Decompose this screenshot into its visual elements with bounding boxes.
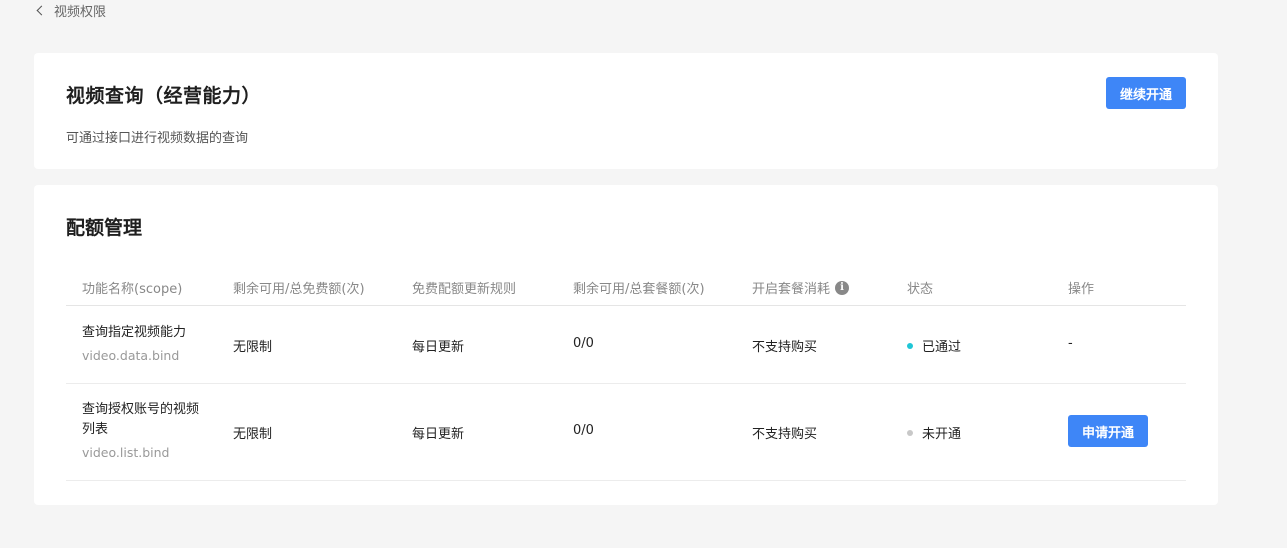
scope-text: video.list.bind — [82, 445, 170, 460]
quota-card: 配额管理 功能名称(scope) 剩余可用/总免费额(次) 免费配额更新规则 剩… — [34, 185, 1218, 505]
function-name-cell: 查询授权账号的视频列表 video.list.bind — [82, 400, 212, 462]
column-header-package-quota: 剩余可用/总套餐额(次) — [573, 282, 705, 297]
column-header-package-consume: 开启套餐消耗 i — [752, 278, 850, 297]
package-quota-cell: 0/0 — [573, 423, 594, 438]
service-description: 可通过接口进行视频数据的查询 — [66, 131, 249, 146]
package-consume-cell: 不支持购买 — [752, 340, 818, 355]
column-header-package-consume-label: 开启套餐消耗 — [752, 282, 831, 297]
column-header-action: 操作 — [1068, 282, 1095, 297]
service-card: 视频查询（经营能力） 可通过接口进行视频数据的查询 继续开通 — [34, 53, 1218, 169]
function-name: 查询指定视频能力 — [82, 325, 187, 340]
apply-activate-button[interactable]: 申请开通 — [1068, 415, 1148, 447]
scope-text: video.data.bind — [82, 348, 180, 363]
status-dot — [907, 429, 913, 436]
column-header-free-quota: 剩余可用/总免费额(次) — [233, 282, 365, 297]
free-quota-cell: 无限制 — [233, 340, 273, 355]
status-text: 未开通 — [922, 427, 962, 442]
free-quota-cell: 无限制 — [233, 427, 273, 442]
info-icon[interactable]: i — [835, 280, 850, 295]
column-header-status: 状态 — [907, 282, 934, 297]
quota-title: 配额管理 — [66, 217, 143, 239]
table-header: 功能名称(scope) 剩余可用/总免费额(次) 免费配额更新规则 剩余可用/总… — [66, 267, 1186, 306]
function-name: 查询授权账号的视频列表 — [82, 402, 200, 437]
breadcrumb-label: 视频权限 — [54, 4, 107, 20]
package-consume-cell: 不支持购买 — [752, 427, 818, 442]
function-name-cell: 查询指定视频能力 video.data.bind — [82, 323, 212, 365]
table-row: 查询授权账号的视频列表 video.list.bind 无限制 每日更新 0/0… — [66, 384, 1186, 481]
package-quota-cell: 0/0 — [573, 336, 594, 351]
rule-cell: 每日更新 — [412, 340, 465, 355]
continue-activate-button[interactable]: 继续开通 — [1106, 77, 1186, 109]
column-header-rule: 免费配额更新规则 — [412, 282, 517, 297]
table-row: 查询指定视频能力 video.data.bind 无限制 每日更新 0/0 不支… — [66, 306, 1186, 384]
status-cell: 未开通 — [907, 423, 961, 442]
status-text: 已通过 — [922, 340, 962, 355]
status-dot — [907, 342, 913, 349]
breadcrumb-back[interactable]: 视频权限 — [36, 1, 107, 20]
action-cell: - — [1068, 336, 1073, 351]
service-title: 视频查询（经营能力） — [66, 85, 262, 107]
rule-cell: 每日更新 — [412, 427, 465, 442]
quota-table: 功能名称(scope) 剩余可用/总免费额(次) 免费配额更新规则 剩余可用/总… — [66, 267, 1186, 481]
chevron-left-icon — [36, 5, 47, 16]
status-cell: 已通过 — [907, 336, 961, 355]
column-header-scope: 功能名称(scope) — [82, 282, 183, 297]
